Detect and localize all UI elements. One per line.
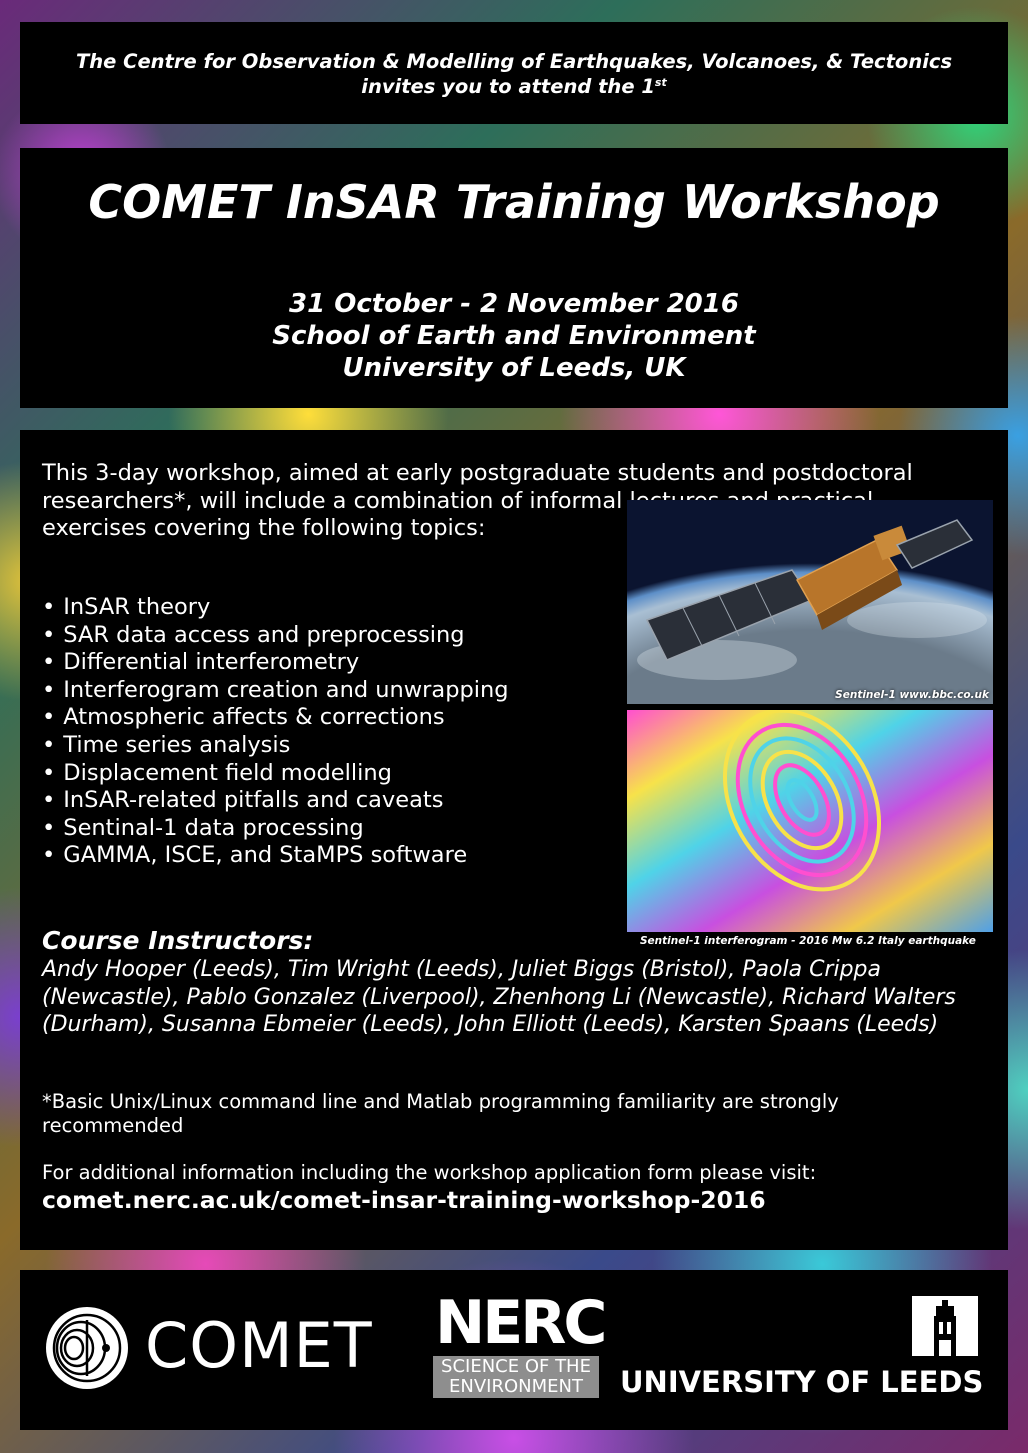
nerc-wordmark: NERC <box>435 1288 607 1358</box>
satellite-image: Sentinel-1 www.bbc.co.uk <box>627 500 993 704</box>
instructors-heading: Course Instructors: <box>42 926 314 955</box>
footer-logos: COMET NERC SCIENCE OF THE ENVIRONMENT UN… <box>20 1270 1008 1430</box>
list-item: Atmospheric affects & corrections <box>42 704 509 732</box>
title-panel: COMET InSAR Training Workshop 31 October… <box>20 148 1008 408</box>
list-item: Differential interferometry <box>42 649 509 677</box>
list-item: Sentinal-1 data processing <box>42 815 509 843</box>
list-item: SAR data access and preprocessing <box>42 622 509 650</box>
list-item: InSAR-related pitfalls and caveats <box>42 787 509 815</box>
interferogram-credit: Sentinel-1 interferogram - 2016 Mw 6.2 I… <box>640 935 976 947</box>
invite-line: invites you to attend the 1st <box>361 75 667 98</box>
list-item: Time series analysis <box>42 732 509 760</box>
nerc-tagline-line1: SCIENCE OF THE <box>441 1356 591 1377</box>
leeds-tower-icon <box>912 1296 978 1356</box>
leeds-wordmark: UNIVERSITY OF LEEDS <box>620 1365 984 1399</box>
main-content: This 3-day workshop, aimed at early post… <box>20 430 1008 1250</box>
topic-list: InSAR theory SAR data access and preproc… <box>42 594 509 870</box>
organisation-line: The Centre for Observation & Modelling o… <box>75 50 953 73</box>
nerc-tagline-line2: ENVIRONMENT <box>449 1376 583 1397</box>
event-institution: University of Leeds, UK <box>342 353 686 383</box>
workshop-title: COMET InSAR Training Workshop <box>88 175 940 229</box>
nerc-tagline: SCIENCE OF THE ENVIRONMENT <box>433 1356 599 1398</box>
satellite-credit: Sentinel-1 www.bbc.co.uk <box>835 689 989 701</box>
event-dates: 31 October - 2 November 2016 <box>289 289 739 319</box>
list-item: GAMMA, ISCE, and StaMPS software <box>42 842 509 870</box>
event-details: 31 October - 2 November 2016 School of E… <box>20 288 1008 384</box>
event-venue: School of Earth and Environment <box>272 321 756 351</box>
comet-logo-icon <box>46 1307 128 1389</box>
comet-wordmark: COMET <box>145 1309 373 1382</box>
more-info-text: For additional information including the… <box>42 1161 817 1184</box>
list-item: InSAR theory <box>42 594 509 622</box>
list-item: Displacement field modelling <box>42 760 509 788</box>
interferogram-image <box>627 710 993 932</box>
workshop-url[interactable]: comet.nerc.ac.uk/comet-insar-training-wo… <box>42 1186 766 1214</box>
instructors-list: Andy Hooper (Leeds), Tim Wright (Leeds),… <box>42 957 956 1038</box>
invitation-header: The Centre for Observation & Modelling o… <box>20 22 1008 124</box>
list-item: Interferogram creation and unwrapping <box>42 677 508 705</box>
requirements-note: *Basic Unix/Linux command line and Matla… <box>42 1090 839 1137</box>
